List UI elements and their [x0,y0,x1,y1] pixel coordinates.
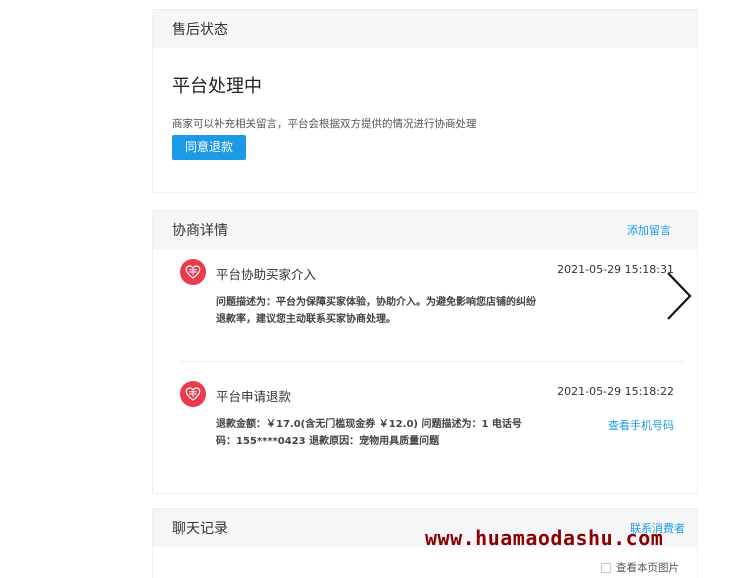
view-page-images-option[interactable]: 查看本页图片 [601,560,679,575]
event-timestamp: 2021-05-29 15:18:31 [557,263,674,276]
add-message-link[interactable]: 添加留言 [627,222,671,238]
event-title: 平台申请退款 [216,389,292,404]
status-description: 商家可以补充相关留言，平台会根据双方提供的情况进行协商处理 [172,118,477,130]
event-description: 问题描述为：平台为保障买家体验，协助介入。为避免影响您店铺的纠纷退款率，建议您主… [216,297,536,325]
status-heading: 平台处理中 [172,76,262,97]
view-phone-number-link[interactable]: 查看手机号码 [608,417,674,433]
agree-refund-button[interactable]: 同意退款 [172,135,246,160]
event-timestamp: 2021-05-29 15:18:22 [557,385,674,398]
event-description: 退款金额：￥17.0(含无门槛现金券 ￥12.0) 问题描述为：1 电话号码：1… [216,419,522,447]
view-images-checkbox[interactable] [601,562,611,573]
after-sale-status-card: 售后状态 平台处理中 商家可以补充相关留言，平台会根据双方提供的情况进行协商处理… [152,9,698,193]
view-images-label: 查看本页图片 [616,562,679,574]
timeline-divider [180,361,684,362]
chevron-right-icon[interactable] [664,270,696,322]
detail-card-title: 协商详情 [172,223,228,239]
platform-logo-icon [180,259,206,285]
platform-logo-icon [180,381,206,407]
watermark-text: www.huamaodashu.com [425,526,664,550]
status-card-title: 售后状态 [172,22,228,38]
event-title: 平台协助买家介入 [216,267,317,282]
chat-card-title: 聊天记录 [172,521,228,537]
status-card-header: 售后状态 [153,10,697,48]
detail-card-header: 协商详情 添加留言 [153,211,697,249]
negotiation-details-card: 协商详情 添加留言 平台协助买家介入 2021-05-29 15:18:31 问… [152,210,698,494]
